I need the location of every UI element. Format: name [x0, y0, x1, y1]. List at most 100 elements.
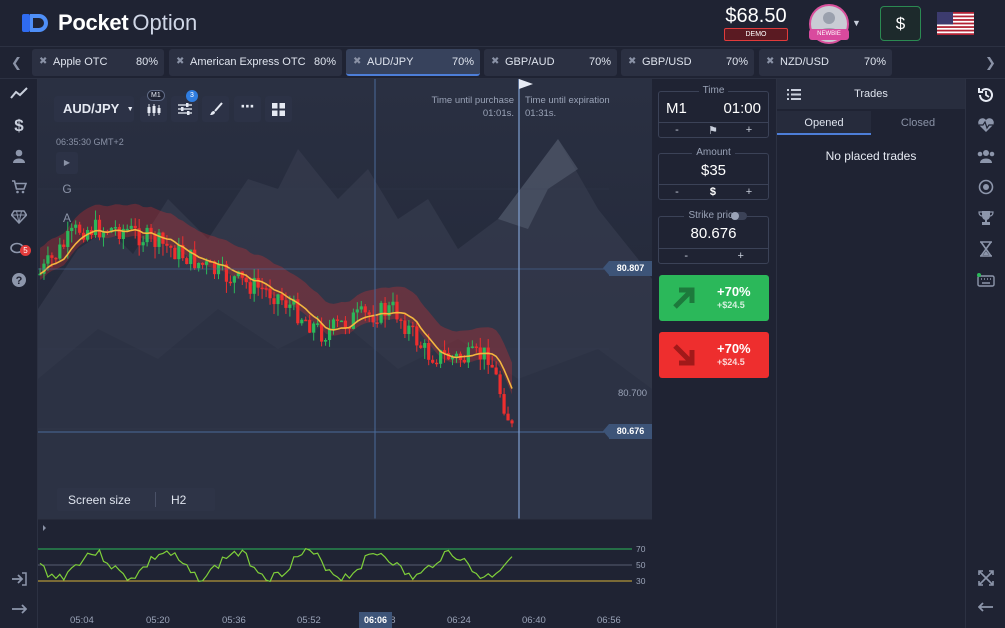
strike-label-wrap: Strike price — [659, 210, 768, 221]
strike-decrease-button[interactable]: - — [659, 250, 714, 262]
help-icon[interactable]: ? — [9, 270, 29, 290]
chat-icon[interactable]: 5 — [9, 240, 31, 260]
candle-body — [117, 227, 121, 240]
candle-body — [145, 227, 149, 243]
candle-body — [268, 288, 272, 299]
trade-panel: Time M1 01:00 - ⚑ + Amount $35 - $ + Str… — [652, 79, 777, 628]
candle-body — [228, 281, 232, 284]
asset-selector[interactable]: AUD/JPY ▼ — [54, 96, 134, 122]
candle-body — [97, 219, 102, 238]
candle-body — [331, 319, 336, 329]
timeframe-badge: M1 — [147, 90, 165, 101]
hourglass-icon[interactable] — [976, 240, 996, 260]
price-chart-canvas[interactable] — [38, 79, 652, 628]
time-value[interactable]: 01:00 — [723, 100, 761, 117]
amount-field[interactable]: Amount $35 - $ + — [658, 147, 769, 200]
expand-panel-icon[interactable]: ▶ — [56, 152, 78, 174]
account-balance[interactable]: $68.50 DEMO — [724, 5, 788, 41]
candle-body — [466, 347, 470, 363]
logout-icon[interactable] — [9, 570, 29, 590]
keyboard-icon[interactable] — [976, 272, 996, 292]
community-icon[interactable] — [976, 147, 996, 167]
chart-area[interactable]: AUD/JPY ▼ M1 3 ⋯ 06:35:30 GMT+2 ▶ G A Ti… — [38, 79, 652, 628]
trophy-icon[interactable] — [976, 209, 996, 229]
asset-tab-name: AUD/JPY — [367, 56, 414, 68]
candle-body — [54, 257, 58, 260]
asset-tab-aud-jpy[interactable]: ✖ AUD/JPY 70% — [346, 49, 480, 76]
fullscreen-icon[interactable] — [976, 569, 996, 589]
currency-button[interactable]: $ — [695, 186, 731, 198]
close-icon[interactable]: ✖ — [766, 56, 774, 67]
close-icon[interactable]: ✖ — [491, 56, 499, 67]
strike-price-value[interactable]: 80.676 — [659, 225, 768, 242]
layout-button[interactable] — [265, 96, 292, 122]
deposit-button[interactable]: $ — [880, 6, 921, 41]
balance-amount: $68.50 — [725, 5, 787, 27]
time-label: 06:40 — [522, 615, 546, 626]
us-flag-icon[interactable] — [937, 12, 974, 35]
flag-icon[interactable]: ⚑ — [695, 124, 731, 137]
timeframe-value[interactable]: M1 — [666, 100, 687, 117]
amount-value[interactable]: $35 — [659, 162, 768, 179]
chevron-right-icon[interactable]: ❯ — [985, 55, 996, 71]
time-label: 05:36 — [222, 615, 246, 626]
collapse-left-icon[interactable] — [976, 600, 996, 620]
tab-closed[interactable]: Closed — [871, 111, 965, 135]
candle-body — [93, 219, 98, 236]
candle-body — [490, 364, 494, 368]
target-icon[interactable] — [976, 178, 996, 198]
close-icon[interactable]: ✖ — [176, 56, 184, 67]
toggle-switch[interactable] — [731, 212, 747, 220]
close-icon[interactable]: ✖ — [39, 56, 47, 67]
timeframe-button[interactable]: M1 — [140, 90, 167, 122]
candle-body — [169, 245, 173, 248]
asset-tab-gbp-usd[interactable]: ✖ GBP/USD 70% — [621, 49, 754, 76]
screen-size-value[interactable]: H2 — [171, 493, 186, 507]
collapse-arrow-icon[interactable] — [9, 601, 29, 621]
candle-body — [232, 276, 236, 283]
amount-increase-button[interactable]: + — [731, 186, 767, 198]
drawing-tools-button[interactable] — [202, 96, 229, 122]
asset-tab-apple-otc[interactable]: ✖ Apple OTC 80% — [32, 49, 164, 76]
candle-body — [327, 328, 332, 341]
brand-logo[interactable]: Pocket Option — [22, 10, 197, 36]
candle-body — [133, 225, 137, 229]
candle-body — [419, 345, 423, 348]
close-icon[interactable]: ✖ — [628, 56, 636, 67]
market-cart-icon[interactable] — [9, 178, 29, 198]
sell-down-button[interactable]: +70% +$24.5 — [659, 332, 769, 378]
asset-tab-nzd-usd[interactable]: ✖ NZD/USD 70% — [759, 49, 892, 76]
brand-name-light: Option — [132, 10, 198, 35]
tab-opened[interactable]: Opened — [777, 111, 871, 135]
trading-chart-icon[interactable] — [9, 84, 29, 104]
achievements-diamond-icon[interactable] — [9, 208, 29, 228]
candle-body — [204, 261, 209, 265]
time-field[interactable]: Time M1 01:00 - ⚑ + — [658, 85, 769, 138]
current-price-tag: 80.676 — [603, 424, 652, 439]
time-increase-button[interactable]: + — [731, 124, 767, 136]
amount-decrease-button[interactable]: - — [659, 186, 695, 198]
side-control-a[interactable]: A — [56, 207, 78, 229]
heartbeat-icon[interactable] — [976, 116, 996, 136]
asset-tab-american-express-otc[interactable]: ✖ American Express OTC 80% — [169, 49, 342, 76]
indicators-button[interactable]: 3 — [171, 90, 198, 122]
history-icon[interactable] — [976, 85, 996, 105]
right-sidebar — [965, 79, 1005, 628]
candle-body — [58, 244, 62, 259]
trades-tabs: Opened Closed — [777, 111, 965, 135]
profile-icon[interactable] — [9, 147, 29, 167]
buy-up-button[interactable]: +70% +$24.5 — [659, 275, 769, 321]
time-decrease-button[interactable]: - — [659, 124, 695, 136]
screen-size-control[interactable]: Screen size H2 — [57, 488, 215, 511]
asset-tab-gbp-aud[interactable]: ✖ GBP/AUD 70% — [484, 49, 617, 76]
finance-dollar-icon[interactable]: $ — [9, 116, 29, 136]
strike-increase-button[interactable]: + — [714, 250, 769, 262]
chevron-down-icon[interactable]: ▼ — [852, 18, 861, 28]
strike-price-field[interactable]: Strike price 80.676 - + — [658, 210, 769, 264]
close-icon[interactable]: ✖ — [353, 56, 361, 67]
more-options-button[interactable]: ⋯ — [234, 96, 261, 122]
amount-label-wrap: Amount — [659, 147, 768, 158]
chevron-left-icon[interactable]: ❮ — [11, 55, 22, 71]
candle-body — [197, 262, 201, 269]
side-control-g[interactable]: G — [56, 178, 78, 200]
